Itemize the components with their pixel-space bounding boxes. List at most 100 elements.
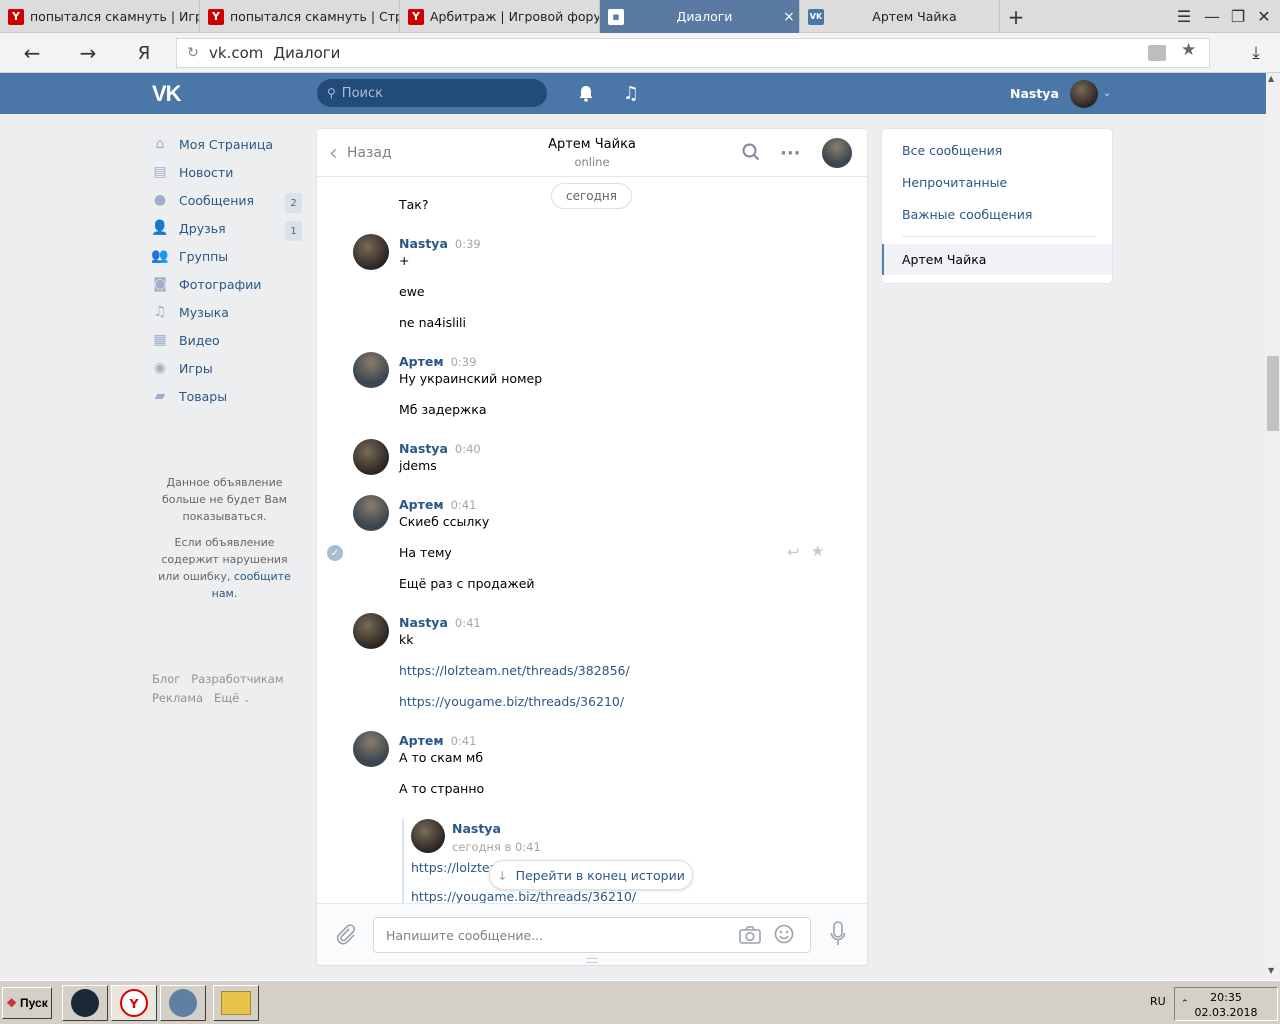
minimize-icon[interactable]: — — [1198, 0, 1226, 33]
forward-arrow-icon[interactable]: → — [68, 33, 108, 73]
avatar[interactable] — [353, 495, 389, 531]
browser-tab-dialogs[interactable]: ▪ Диалоги × — [600, 0, 800, 33]
reply-icon[interactable]: ↩ — [787, 543, 800, 561]
resize-handle[interactable] — [586, 958, 598, 963]
yandex-app-button[interactable]: Y — [111, 985, 157, 1021]
lock-icon[interactable] — [1148, 45, 1166, 61]
message-text: Так? — [399, 197, 429, 212]
author-name[interactable]: Артем — [399, 733, 444, 748]
menu-item-market[interactable]: ▰ Товары — [152, 382, 302, 410]
filter-all-messages[interactable]: Все сообщения — [902, 143, 1002, 158]
more-dots-icon[interactable]: ··· — [780, 143, 801, 164]
back-arrow-icon[interactable]: ← — [12, 33, 52, 73]
message-author[interactable]: Nastya 0:41 — [399, 615, 481, 630]
back-button[interactable]: ‹ Назад — [329, 129, 392, 177]
teamspeak-app-button[interactable] — [160, 985, 206, 1021]
menu-item-video[interactable]: ▦ Видео — [152, 326, 302, 354]
message-author[interactable]: Артем 0:41 — [399, 733, 476, 748]
menu-item-photos[interactable]: ◙ Фотографии — [152, 270, 302, 298]
menu-item-music[interactable]: ♫ Музыка — [152, 298, 302, 326]
tray-expand-icon[interactable]: ⌃ — [1181, 997, 1189, 1012]
restore-icon[interactable]: ❐ — [1224, 0, 1252, 33]
filter-unread[interactable]: Непрочитанные — [902, 175, 1007, 190]
author-name[interactable]: Nastya — [399, 615, 448, 630]
menu-item-news[interactable]: ▤ Новости — [152, 158, 302, 186]
steam-app-button[interactable] — [62, 985, 108, 1021]
close-window-icon[interactable]: ✕ — [1250, 0, 1278, 33]
divider — [902, 236, 1096, 237]
message-link[interactable]: https://yougame.biz/threads/36210/ — [411, 889, 636, 904]
message-link[interactable]: https://yougame.biz/threads/36210/ — [399, 694, 624, 709]
message-author[interactable]: Артем 0:41 — [399, 497, 476, 512]
scrollbar-thumb[interactable] — [1267, 356, 1279, 431]
avatar — [1069, 79, 1098, 108]
message-author[interactable]: Артем 0:39 — [399, 354, 476, 369]
goto-end-button[interactable]: ↓ Перейти в конец истории — [489, 860, 693, 890]
message-link[interactable]: https://lolzteam.net/threads/382856/ — [399, 663, 630, 678]
download-icon[interactable]: ⤓ — [1236, 33, 1276, 73]
start-button[interactable]: ❖ Пуск — [2, 987, 52, 1019]
explorer-app-button[interactable] — [213, 985, 259, 1021]
avatar[interactable] — [822, 138, 852, 168]
camera-icon[interactable] — [739, 926, 761, 947]
friends-icon: 👤 — [151, 220, 169, 236]
star-icon[interactable]: ★ — [811, 542, 824, 560]
browser-tab-artem[interactable]: VK Артем Чайка — [800, 0, 1000, 33]
forward-author[interactable]: Nastya — [452, 821, 501, 836]
page-scrollbar[interactable] — [1266, 73, 1280, 980]
url-field[interactable]: ↻ vk.com Диалоги ★ — [176, 38, 1210, 68]
browser-tab-1[interactable]: Y попытался скамнуть | Игровой форум — [0, 0, 200, 33]
author-name[interactable]: Артем — [399, 497, 444, 512]
bookmark-star-icon[interactable]: ★ — [1181, 40, 1196, 60]
footer-blog-link[interactable]: Блог — [152, 672, 180, 686]
clock-time[interactable]: 20:35 — [1175, 990, 1277, 1005]
search-input[interactable] — [341, 85, 522, 101]
report-link[interactable]: сообщите — [234, 570, 291, 583]
new-tab-icon[interactable]: + — [1002, 0, 1030, 33]
browser-tab-3[interactable]: Y Арбитраж | Игровой форум — [400, 0, 600, 33]
clock-date[interactable]: 02.03.2018 — [1175, 1005, 1277, 1020]
check-icon[interactable]: ✓ — [327, 545, 343, 561]
system-tray: ⌃ 20:35 02.03.2018 — [1174, 987, 1278, 1021]
footer-dev-link[interactable]: Разработчикам — [191, 672, 283, 686]
music-note-icon[interactable]: ♫ — [619, 81, 643, 105]
bell-icon[interactable] — [574, 81, 598, 105]
avatar[interactable] — [353, 439, 389, 475]
avatar[interactable] — [353, 613, 389, 649]
scroll-down-icon[interactable]: ▼ — [1268, 966, 1274, 975]
close-tab-icon[interactable]: × — [779, 9, 799, 25]
filter-important[interactable]: Важные сообщения — [902, 207, 1032, 222]
scroll-up-icon[interactable]: ▲ — [1268, 74, 1274, 83]
header-user-menu[interactable]: Nastya ⌄ — [1010, 73, 1111, 114]
author-name[interactable]: Артем — [399, 354, 444, 369]
message-author[interactable]: Nastya 0:39 — [399, 236, 481, 251]
footer-more-link[interactable]: Ещё — [214, 691, 239, 705]
reload-icon[interactable]: ↻ — [177, 45, 209, 61]
search-icon[interactable] — [742, 143, 762, 163]
yandex-logo-icon[interactable]: Я — [124, 33, 164, 73]
menu-item-messages[interactable]: ● Сообщения 2 — [152, 186, 302, 214]
avatar[interactable] — [353, 234, 389, 270]
avatar[interactable] — [353, 352, 389, 388]
report-link-2[interactable]: нам. — [212, 587, 238, 600]
microphone-icon[interactable] — [830, 921, 846, 950]
menu-item-groups[interactable]: 👥 Группы — [151, 242, 302, 270]
smile-icon[interactable] — [774, 924, 794, 947]
count-badge: 2 — [285, 193, 302, 213]
attach-icon[interactable] — [335, 923, 357, 950]
menu-item-games[interactable]: ◉ Игры — [152, 354, 302, 382]
avatar[interactable] — [353, 731, 389, 767]
menu-item-friends[interactable]: 👤 Друзья 1 — [151, 214, 302, 242]
menu-item-my-page[interactable]: ⌂ Моя Страница — [152, 130, 302, 158]
author-name[interactable]: Nastya — [399, 441, 448, 456]
message-author[interactable]: Nastya 0:40 — [399, 441, 481, 456]
avatar[interactable] — [411, 819, 445, 853]
selected-dialog[interactable]: Артем Чайка — [882, 244, 1112, 275]
footer-ads-link[interactable]: Реклама — [152, 691, 203, 705]
vk-logo-icon[interactable]: VK — [152, 81, 186, 106]
author-name[interactable]: Nastya — [399, 236, 448, 251]
search-box[interactable]: ⚲ — [317, 79, 547, 107]
language-indicator[interactable]: RU — [1150, 995, 1166, 1008]
browser-tab-2[interactable]: Y попытался скамнуть | Страница — [200, 0, 400, 33]
menu-icon[interactable]: ☰ — [1170, 0, 1198, 33]
